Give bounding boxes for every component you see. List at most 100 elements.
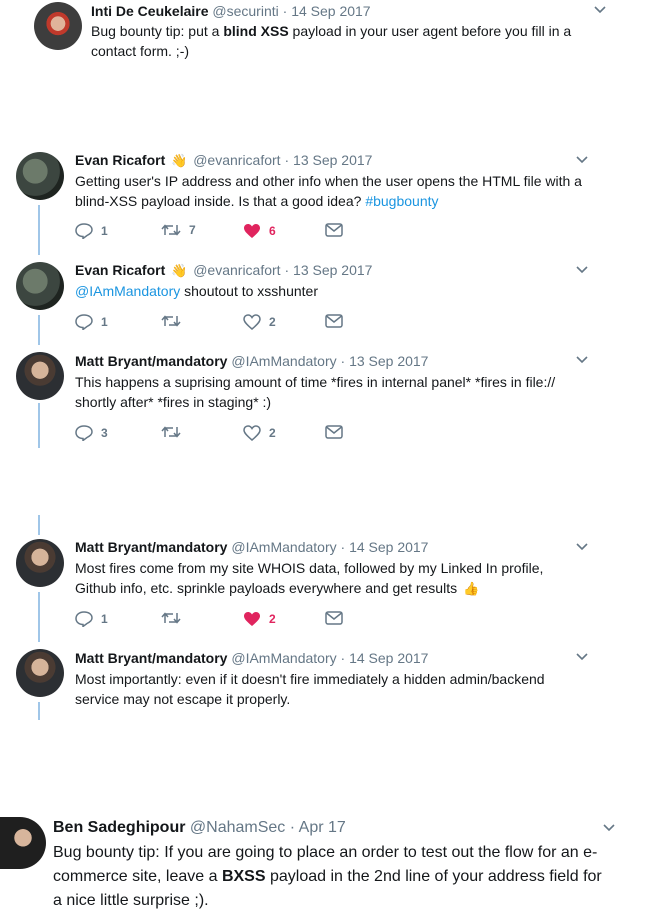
heart-icon (244, 612, 260, 626)
avatar[interactable] (16, 649, 64, 697)
thread-line (38, 515, 40, 535)
avatar[interactable] (16, 262, 64, 310)
author-handle[interactable]: @IAmMandatory (231, 539, 336, 555)
author-name[interactable]: Matt Bryant/mandatory (75, 650, 227, 666)
tweet-date[interactable]: 13 Sep 2017 (293, 152, 372, 168)
separator: · (284, 152, 290, 168)
retweet-icon (161, 612, 181, 624)
separator: · (340, 650, 346, 666)
retweet-icon (161, 426, 181, 438)
avatar[interactable] (16, 539, 64, 587)
waving-hand-icon: 👋 (171, 153, 188, 168)
author-name[interactable]: Evan Ricafort (75, 152, 165, 168)
reply-icon (75, 425, 93, 441)
heart-icon (244, 224, 260, 238)
separator: · (340, 539, 346, 555)
tweet-text: Bug bounty tip: put a blind XSS payload … (91, 23, 572, 59)
separator: · (340, 353, 346, 369)
message-icon (325, 314, 343, 328)
avatar[interactable] (16, 352, 64, 400)
message-button[interactable] (325, 611, 343, 625)
message-icon (325, 425, 343, 439)
heart-icon (243, 314, 261, 330)
author-name[interactable]: Ben Sadeghipour (53, 819, 185, 836)
tweet-text: Most importantly: even if it doesn't fir… (75, 671, 545, 707)
tweet-text: Getting user's IP address and other info… (75, 173, 582, 209)
heart-icon (243, 425, 261, 441)
tweet-date[interactable]: 13 Sep 2017 (349, 353, 428, 369)
reply-button[interactable]: 1 (75, 611, 108, 627)
thread-line (38, 702, 40, 720)
like-button[interactable]: 6 (243, 223, 276, 239)
retweet-button[interactable] (161, 425, 181, 439)
tweet-actions: 3 2 (75, 425, 375, 445)
message-button[interactable] (325, 314, 343, 328)
tweet-date[interactable]: 14 Sep 2017 (349, 539, 428, 555)
thumbs-up-icon: 👍 (463, 581, 480, 596)
author-handle[interactable]: @NahamSec (190, 819, 285, 836)
retweet-button[interactable] (161, 314, 181, 328)
reply-button[interactable]: 3 (75, 425, 108, 441)
reply-icon (75, 314, 93, 330)
author-handle[interactable]: @evanricafort (193, 152, 280, 168)
author-handle[interactable]: @IAmMandatory (231, 650, 336, 666)
mention-link[interactable]: @IAmMandatory (75, 283, 180, 299)
message-button[interactable] (325, 425, 343, 439)
avatar[interactable] (34, 2, 82, 50)
retweet-button[interactable]: 7 (161, 223, 196, 237)
thread-line (38, 403, 40, 448)
reply-count: 3 (101, 426, 108, 440)
reply-icon (75, 223, 93, 239)
like-button[interactable]: 2 (243, 425, 276, 441)
message-button[interactable] (325, 223, 343, 237)
thread-line (38, 315, 40, 345)
tweet-date[interactable]: 13 Sep 2017 (293, 262, 372, 278)
chevron-down-icon[interactable] (576, 543, 588, 553)
author-name[interactable]: Matt Bryant/mandatory (75, 539, 227, 555)
thread-line (38, 205, 40, 255)
separator: · (284, 262, 290, 278)
reply-button[interactable]: 1 (75, 314, 108, 330)
tweet-date[interactable]: 14 Sep 2017 (291, 3, 370, 19)
chevron-down-icon[interactable] (594, 6, 606, 16)
message-icon (325, 223, 343, 237)
chevron-down-icon[interactable] (576, 653, 588, 663)
avatar[interactable] (0, 817, 46, 869)
reply-count: 1 (101, 315, 108, 329)
tweet-actions: 1 2 (75, 611, 375, 631)
separator: · (289, 819, 296, 836)
thread-line (38, 592, 40, 642)
author-handle[interactable]: @IAmMandatory (231, 353, 336, 369)
chevron-down-icon[interactable] (576, 156, 588, 166)
tweet-text: This happens a suprising amount of time … (75, 374, 556, 410)
message-icon (325, 611, 343, 625)
retweet-button[interactable] (161, 611, 181, 625)
chevron-down-icon[interactable] (576, 266, 588, 276)
tweet-date[interactable]: Apr 17 (299, 819, 346, 836)
avatar[interactable] (16, 152, 64, 200)
chevron-down-icon[interactable] (603, 824, 615, 834)
tweet-actions: 1 2 (75, 314, 375, 334)
author-handle[interactable]: @securinti (212, 3, 278, 19)
hashtag-link[interactable]: #bugbounty (365, 193, 438, 209)
like-count: 2 (269, 612, 276, 626)
like-button[interactable]: 2 (243, 314, 276, 330)
retweet-count: 7 (189, 223, 196, 237)
tweet-actions: 1 7 6 (75, 223, 375, 243)
like-button[interactable]: 2 (243, 611, 276, 627)
tweet-text: @IAmMandatory shoutout to xsshunter (75, 283, 319, 299)
reply-icon (75, 611, 93, 627)
author-handle[interactable]: @evanricafort (193, 262, 280, 278)
chevron-down-icon[interactable] (576, 356, 588, 366)
reply-button[interactable]: 1 (75, 223, 108, 239)
author-name[interactable]: Evan Ricafort (75, 262, 165, 278)
like-count: 2 (269, 426, 276, 440)
reply-count: 1 (101, 612, 108, 626)
author-name[interactable]: Inti De Ceukelaire (91, 3, 209, 19)
tweet-date[interactable]: 14 Sep 2017 (349, 650, 428, 666)
tweet-text: Most fires come from my site WHOIS data,… (75, 558, 585, 599)
retweet-icon (161, 224, 181, 236)
retweet-icon (161, 315, 181, 327)
author-name[interactable]: Matt Bryant/mandatory (75, 353, 227, 369)
reply-count: 1 (101, 224, 108, 238)
